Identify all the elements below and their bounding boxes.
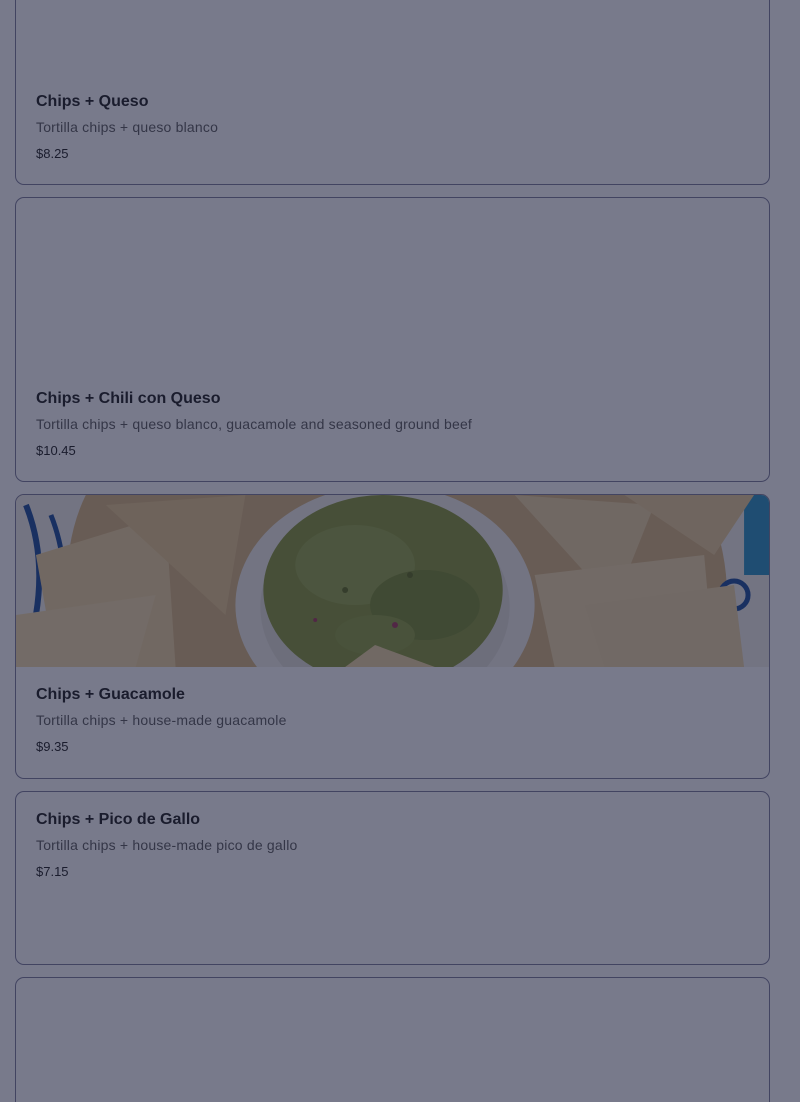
menu-item-price: $9.35 <box>36 739 69 754</box>
menu-item-price: $7.15 <box>36 864 69 879</box>
menu-item-card[interactable]: Chips + Pico de Gallo Tortilla chips + h… <box>15 791 770 965</box>
menu-item-card[interactable]: Chips + Queso Tortilla chips + queso bla… <box>15 0 770 185</box>
menu-item-description: Tortilla chips + house-made pico de gall… <box>36 837 298 853</box>
menu-item-description: Tortilla chips + queso blanco, guacamole… <box>36 416 473 432</box>
menu-item-name: Chips + Chili con Queso <box>36 390 221 407</box>
menu-item-photo <box>16 495 769 667</box>
menu-item-price: $10.45 <box>36 443 76 458</box>
menu-item-description: Tortilla chips + queso blanco <box>36 119 219 135</box>
menu-item-name: Chips + Guacamole <box>36 686 185 703</box>
menu-item-description: Tortilla chips + house-made guacamole <box>36 712 287 728</box>
menu-item-name: Chips + Queso <box>36 93 149 110</box>
menu-item-price: $8.25 <box>36 146 69 161</box>
menu-item-name: Chips + Pico de Gallo <box>36 811 201 828</box>
menu-item-card[interactable] <box>15 977 770 1102</box>
menu-item-card[interactable]: Chips + Guacamole Tortilla chips + house… <box>15 494 770 779</box>
menu-item-card[interactable]: Chips + Chili con Queso Tortilla chips +… <box>15 197 770 482</box>
